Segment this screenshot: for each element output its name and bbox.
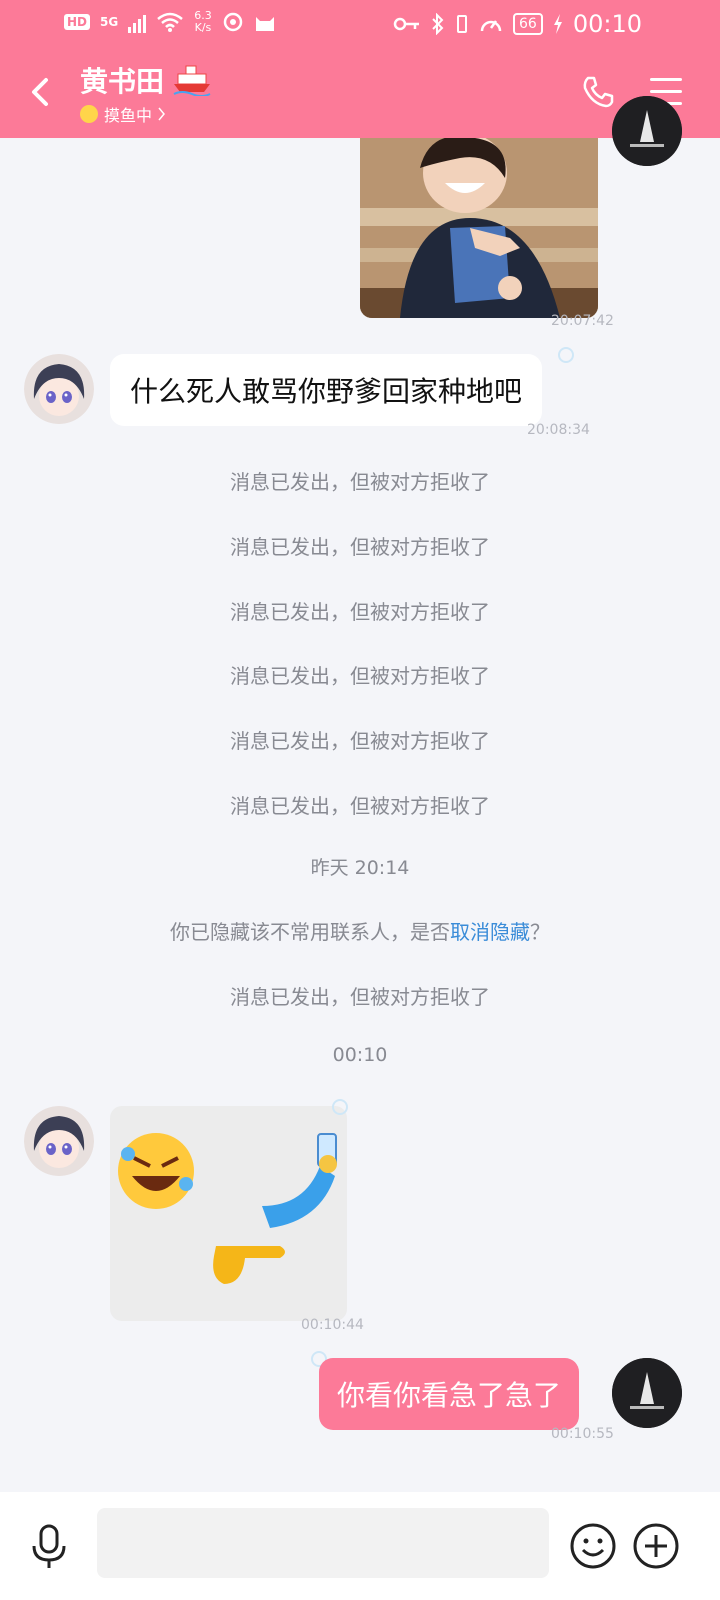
clock: 00:10 bbox=[572, 10, 642, 38]
rhodes-island-logo-icon bbox=[612, 96, 682, 166]
system-message-rejected: 消息已发出，但被对方拒收了 bbox=[230, 470, 490, 494]
contact-name: 黄书田 bbox=[80, 65, 165, 98]
sticker-image bbox=[118, 1133, 337, 1284]
header: HD 5G 6.3 K/s 66 00:10 黄书田 摸鱼中 bbox=[0, 0, 720, 138]
contact-avatar[interactable] bbox=[24, 1106, 94, 1176]
rhodes-island-logo-icon bbox=[612, 1358, 682, 1428]
notice-text: 你已隐藏该不常用联系人，是否 bbox=[170, 920, 450, 944]
contact-status: 摸鱼中 bbox=[104, 106, 153, 125]
contact-info[interactable]: 黄书田 摸鱼中 bbox=[80, 60, 212, 126]
timestamp: 20:07:42 bbox=[551, 313, 614, 329]
cat-icon bbox=[255, 17, 274, 31]
phone-icon[interactable] bbox=[580, 74, 616, 110]
speed-unit: K/s bbox=[194, 21, 212, 34]
contact-avatar[interactable] bbox=[24, 354, 94, 424]
chevron-right-icon bbox=[158, 107, 165, 121]
back-icon[interactable] bbox=[26, 72, 56, 112]
key-icon bbox=[393, 17, 419, 31]
plus-icon[interactable] bbox=[632, 1522, 680, 1570]
input-bar bbox=[0, 1492, 720, 1600]
emoji-icon[interactable] bbox=[569, 1522, 617, 1570]
my-avatar[interactable] bbox=[612, 96, 682, 166]
hidden-contact-notice: 你已隐藏该不常用联系人，是否取消隐藏？ bbox=[0, 916, 720, 945]
system-message-rejected: 消息已发出，但被对方拒收了 bbox=[230, 794, 490, 818]
message-input[interactable] bbox=[97, 1508, 549, 1578]
mic-icon[interactable] bbox=[30, 1524, 68, 1570]
laughing-person-image bbox=[360, 138, 598, 318]
timestamp: 20:08:34 bbox=[527, 422, 590, 438]
my-avatar[interactable] bbox=[612, 1358, 682, 1428]
outgoing-message[interactable]: 你看你看急了急了 bbox=[319, 1358, 580, 1430]
system-message-rejected: 消息已发出，但被对方拒收了 bbox=[230, 729, 490, 753]
network-gen: 5G bbox=[100, 15, 119, 29]
chat-area[interactable]: 20:07:42 什么死人敢骂你野爹回家种地吧 20:08:34 消息已发出，但… bbox=[0, 96, 720, 1492]
fishing-emoji-icon bbox=[80, 105, 98, 123]
swirl-icon bbox=[223, 12, 242, 32]
anime-girl-avatar-icon bbox=[24, 354, 94, 424]
notice-suffix: ？ bbox=[530, 920, 550, 944]
timestamp: 00:10:44 bbox=[301, 1317, 364, 1333]
read-indicator bbox=[332, 1099, 348, 1115]
ship-emoji-icon bbox=[173, 65, 211, 96]
timestamp: 00:10:55 bbox=[551, 1426, 614, 1442]
wifi-icon bbox=[157, 12, 184, 32]
unhide-link[interactable]: 取消隐藏 bbox=[450, 920, 530, 944]
time-divider: 昨天 20:14 bbox=[310, 857, 410, 879]
system-message-rejected: 消息已发出，但被对方拒收了 bbox=[230, 600, 490, 624]
vibrate-icon bbox=[457, 15, 467, 33]
charging-icon bbox=[553, 14, 562, 34]
read-indicator bbox=[558, 347, 574, 363]
system-message-rejected: 消息已发出，但被对方拒收了 bbox=[230, 664, 490, 688]
status-bar: HD 5G 6.3 K/s 66 00:10 bbox=[0, 0, 720, 50]
bluetooth-icon bbox=[432, 13, 444, 35]
speed-gauge-icon bbox=[480, 20, 502, 32]
battery-level: 66 bbox=[513, 13, 543, 35]
sent-photo[interactable] bbox=[360, 138, 598, 318]
incoming-sticker[interactable] bbox=[110, 1106, 347, 1321]
time-divider: 00:10 bbox=[332, 1044, 388, 1066]
network-speed: 6.3 K/s bbox=[194, 10, 212, 34]
anime-girl-avatar-icon bbox=[24, 1106, 94, 1176]
system-message-rejected: 消息已发出，但被对方拒收了 bbox=[230, 535, 490, 559]
signal-icon bbox=[128, 11, 147, 33]
system-message-rejected: 消息已发出，但被对方拒收了 bbox=[230, 985, 490, 1009]
incoming-message[interactable]: 什么死人敢骂你野爹回家种地吧 bbox=[110, 354, 543, 426]
hd-badge: HD bbox=[64, 14, 91, 30]
